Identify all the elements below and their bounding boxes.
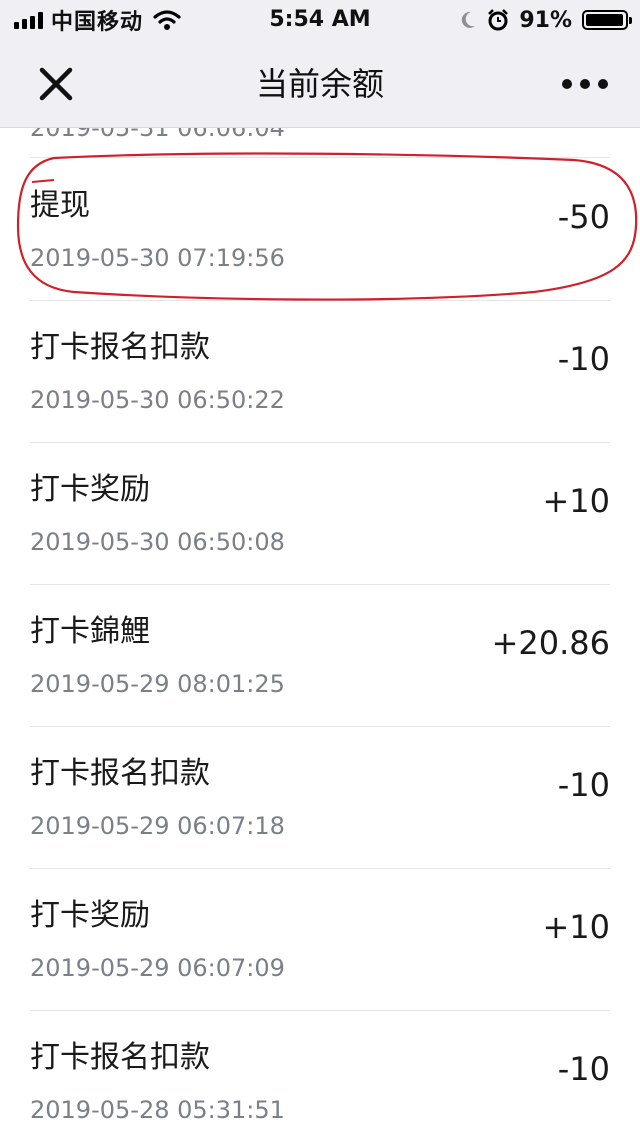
item-title: 打卡报名扣款 xyxy=(30,1040,210,1075)
item-title: 打卡奖励 xyxy=(30,472,150,507)
item-time: 2019-05-28 05:31:51 xyxy=(30,1096,285,1124)
partial-row-time: 2019-05-31 06:06:04 xyxy=(30,128,285,142)
item-time: 2019-05-30 06:50:22 xyxy=(30,386,285,414)
nav-bar: 当前余额 xyxy=(0,40,640,128)
battery-percent: 91% xyxy=(519,7,572,33)
list-item[interactable]: 打卡奖励 2019-05-30 06:50:08 +10 xyxy=(0,442,640,584)
battery-icon xyxy=(582,10,632,30)
item-time: 2019-05-30 06:50:08 xyxy=(30,528,285,556)
list-item[interactable]: 提现 2019-05-30 07:19:56 -50 xyxy=(0,158,640,300)
item-title: 打卡报名扣款 xyxy=(30,756,210,791)
list-item[interactable]: 打卡报名扣款 2019-05-30 06:50:22 -10 xyxy=(0,300,640,442)
item-title: 提现 xyxy=(30,188,90,223)
item-title: 打卡报名扣款 xyxy=(30,330,210,365)
item-amount: -10 xyxy=(557,766,610,804)
item-title: 打卡錦鯉 xyxy=(30,614,150,649)
item-time: 2019-05-29 06:07:09 xyxy=(30,954,285,982)
alarm-icon xyxy=(488,9,509,31)
item-amount: -10 xyxy=(557,340,610,378)
item-amount: +10 xyxy=(542,908,610,946)
item-title: 打卡奖励 xyxy=(30,898,150,933)
moon-icon xyxy=(462,11,476,28)
item-time: 2019-05-29 08:01:25 xyxy=(30,670,285,698)
item-amount: +10 xyxy=(542,482,610,520)
list-item[interactable]: 打卡报名扣款 2019-05-28 05:31:51 -10 xyxy=(0,1010,640,1136)
list-item[interactable]: 打卡报名扣款 2019-05-29 06:07:18 -10 xyxy=(0,726,640,868)
item-time: 2019-05-30 07:19:56 xyxy=(30,244,285,272)
list-item[interactable]: 打卡錦鯉 2019-05-29 08:01:25 +20.86 xyxy=(0,584,640,726)
list-item[interactable]: 打卡奖励 2019-05-29 06:07:09 +10 xyxy=(0,868,640,1010)
item-time: 2019-05-29 06:07:18 xyxy=(30,812,285,840)
more-icon[interactable] xyxy=(562,74,608,94)
item-amount: +20.86 xyxy=(491,624,610,662)
item-amount: -10 xyxy=(557,1050,610,1088)
item-amount: -50 xyxy=(557,198,610,236)
transaction-list: 2019-05-31 06:06:04 提现 2019-05-30 07:19:… xyxy=(0,128,640,1136)
page-title: 当前余额 xyxy=(255,65,384,103)
status-bar: 中国移动 5:54 AM 91% xyxy=(0,0,640,40)
status-right: 91% xyxy=(459,6,632,34)
